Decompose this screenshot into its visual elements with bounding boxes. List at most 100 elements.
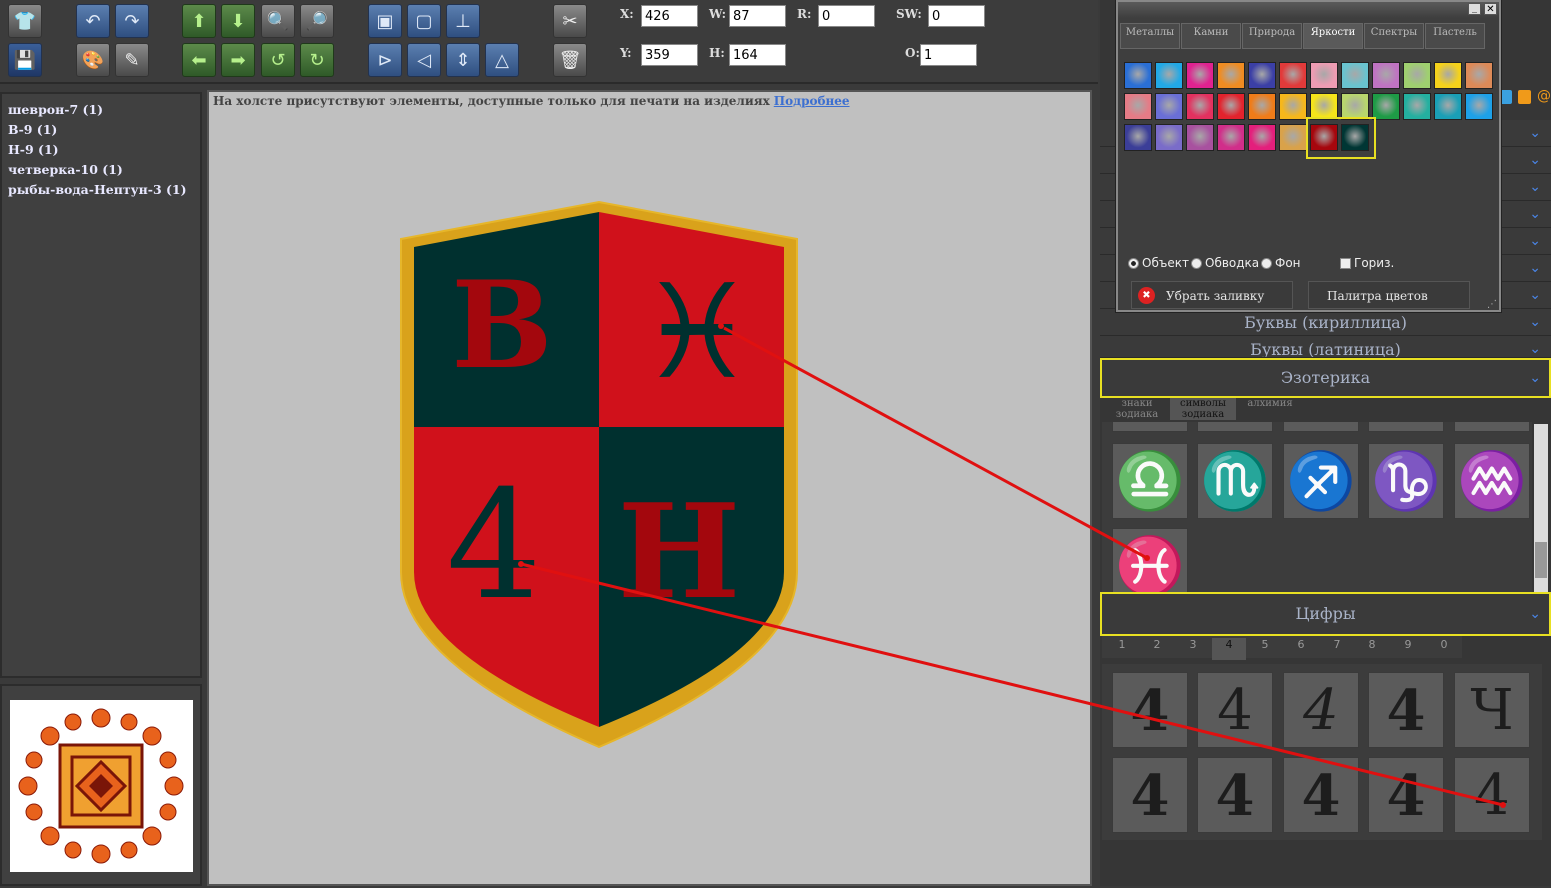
digit-tile[interactable]: 4 [1283,672,1359,748]
color-swatch[interactable] [1217,124,1245,151]
tools-icon[interactable]: ✂ [553,4,587,38]
color-swatch[interactable] [1186,124,1214,151]
digit-tab[interactable]: 0 [1434,638,1454,651]
tab-brightness[interactable]: Яркости [1303,23,1363,49]
digit-tab[interactable]: 1 [1112,638,1132,651]
color-swatch[interactable] [1124,93,1152,120]
color-swatch[interactable] [1155,124,1183,151]
color-swatch[interactable] [1372,93,1400,120]
layer-item[interactable]: Н-9 (1) [2,140,200,160]
layer-item[interactable]: четверка-10 (1) [2,160,200,180]
digit-tab-active[interactable]: 4 [1212,638,1246,660]
color-swatch[interactable] [1403,93,1431,120]
digit-tile[interactable]: 4 [1283,757,1359,833]
remove-fill-button[interactable]: ✖ Убрать заливку [1131,281,1293,309]
digit-tile[interactable]: 4 [1368,672,1444,748]
h-field[interactable] [729,44,786,66]
symbol-tile[interactable] [1283,422,1359,432]
digit-tab[interactable]: 7 [1327,638,1347,651]
tab-pastel[interactable]: Пастель [1425,23,1485,49]
rotate-ccw-icon[interactable]: ↺ [261,43,295,77]
color-swatch[interactable] [1372,62,1400,89]
save-icon[interactable]: 💾 [8,43,42,77]
tab-nature[interactable]: Природа [1242,23,1302,49]
digit-tile[interactable]: 4 [1454,757,1530,833]
color-swatch[interactable] [1465,93,1493,120]
opacity-field[interactable] [920,44,977,66]
digit-tab[interactable]: 6 [1291,638,1311,651]
digit-tab[interactable]: 8 [1362,638,1382,651]
color-swatch[interactable] [1465,62,1493,89]
color-swatch[interactable] [1124,62,1152,89]
close-icon[interactable]: ✕ [1484,3,1497,15]
digit-tile[interactable]: Ч [1454,672,1530,748]
r-field[interactable] [818,5,875,27]
color-swatch[interactable] [1279,62,1307,89]
flip-left-icon[interactable]: ◁ [407,43,441,77]
color-swatch[interactable] [1155,93,1183,120]
symbol-scorpio[interactable]: ♏ [1197,443,1273,519]
glyph-digit-four[interactable]: 4 [446,459,541,633]
design-canvas[interactable]: На холсте присутствуют элементы, доступн… [207,90,1092,886]
symbol-tile[interactable] [1112,422,1188,432]
digit-tab[interactable]: 5 [1255,638,1275,651]
accordion-esoteric[interactable]: Эзотерика ⌄ [1100,358,1551,398]
symbol-libra[interactable]: ♎ [1112,443,1188,519]
layer-item[interactable]: В-9 (1) [2,120,200,140]
tab-zodiac-signs[interactable]: знаки зодиака [1108,398,1166,420]
minimize-icon[interactable]: _ [1468,3,1481,15]
tab-spectra[interactable]: Спектры [1364,23,1424,49]
scrollbar-thumb[interactable] [1535,542,1547,578]
digit-tab[interactable]: 3 [1183,638,1203,651]
color-swatch[interactable] [1279,124,1307,151]
glyph-pisces[interactable]: ♓ [639,256,756,408]
zodiac-scrollbar[interactable] [1534,424,1548,596]
color-swatch[interactable] [1124,124,1152,151]
ornament-preview-image[interactable] [10,700,193,872]
w-field[interactable] [729,5,786,27]
arrow-right-icon[interactable]: ➡ [221,43,255,77]
digit-tile[interactable]: 4 [1112,757,1188,833]
redo-icon[interactable]: ↷ [115,4,149,38]
color-swatch[interactable] [1279,93,1307,120]
radio-background[interactable]: Фон [1261,256,1301,270]
color-swatch[interactable] [1341,62,1369,89]
flip-horizontal-icon[interactable]: ⊳ [368,43,402,77]
rotate-cw-icon[interactable]: ↻ [300,43,334,77]
social-icon-1[interactable] [1500,90,1512,104]
resize-grip-icon[interactable]: ⋰ [1487,299,1497,310]
color-swatch[interactable] [1434,93,1462,120]
symbol-tile[interactable] [1368,422,1444,432]
bring-front-icon[interactable]: ▣ [368,4,402,38]
tab-metals[interactable]: Металлы [1120,23,1180,49]
tab-zodiac-symbols[interactable]: символы зодиака [1170,398,1236,420]
tshirt-icon[interactable]: 👕 [8,4,42,38]
symbol-tile[interactable] [1197,422,1273,432]
symbol-aquarius[interactable]: ♒ [1454,443,1530,519]
color-swatch[interactable] [1155,62,1183,89]
color-swatch[interactable] [1248,93,1276,120]
symbol-tile[interactable] [1454,422,1530,432]
arrow-down-icon[interactable]: ⬇ [221,4,255,38]
symbol-pisces[interactable]: ♓ [1112,528,1188,598]
color-swatch[interactable] [1310,62,1338,89]
digit-tile[interactable]: 4 [1112,672,1188,748]
color-swatch[interactable] [1186,62,1214,89]
accordion-cyrillic[interactable]: Буквы (кириллица) ⌄ [1100,309,1551,336]
y-field[interactable] [641,44,698,66]
trash-icon[interactable]: 🗑 [553,43,587,77]
color-swatch[interactable] [1310,93,1338,120]
send-back-icon[interactable]: ▢ [407,4,441,38]
x-field[interactable] [641,5,698,27]
social-icon-2[interactable] [1518,90,1531,104]
color-swatch[interactable] [1248,62,1276,89]
zoom-out-icon[interactable]: 🔎 [300,4,334,38]
digit-tile[interactable]: 4 [1368,757,1444,833]
color-swatch[interactable] [1186,93,1214,120]
add-pencil-icon[interactable]: ✎ [115,43,149,77]
color-swatch[interactable] [1217,62,1245,89]
tab-alchemy[interactable]: алхимия [1240,398,1300,409]
color-swatch[interactable] [1341,93,1369,120]
color-swatch[interactable] [1248,124,1276,151]
checkbox-horizontal[interactable]: Гориз. [1340,256,1394,270]
